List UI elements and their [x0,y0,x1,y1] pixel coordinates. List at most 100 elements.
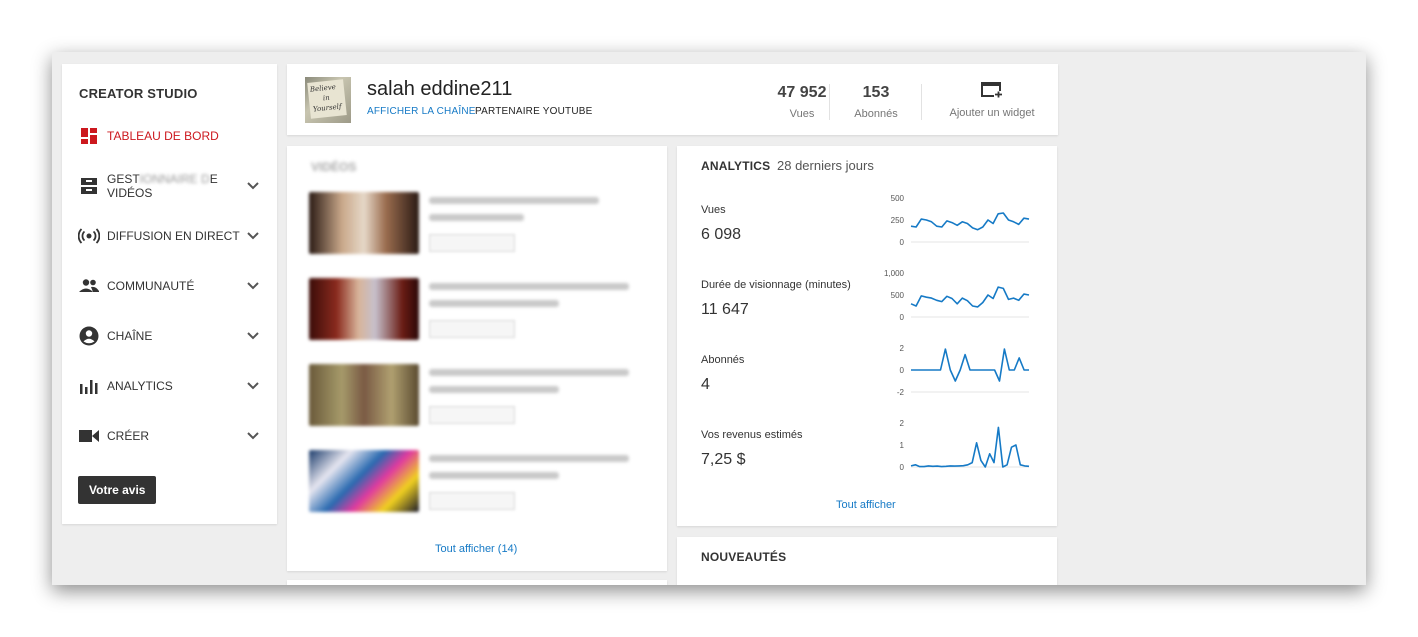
views-label: Vues [789,108,815,120]
news-card: NOUVEAUTÉS [677,537,1057,585]
chevron-down-icon[interactable] [241,232,265,240]
sidebar-item-live[interactable]: DIFFUSION EN DIRECT [62,216,277,256]
video-title-blurred [429,283,629,290]
add-widget-label: Ajouter un widget [949,107,1035,119]
sidebar: CREATOR STUDIO TABLEAU DE BORD GESTIONNA… [62,64,277,524]
sidebar-item-video-manager[interactable]: GESTIONNAIRE DE VIDÉOS [62,166,277,206]
sidebar-item-dashboard[interactable]: TABLEAU DE BORD [62,116,277,156]
next-card [287,580,667,585]
videos-see-all-link[interactable]: Tout afficher (14) [435,543,517,555]
chevron-down-icon[interactable] [241,432,265,440]
metric-label-watch-time: Durée de visionnage (minutes) [701,279,851,291]
analytics-see-all-link[interactable]: Tout afficher [836,499,896,511]
metric-value-views: 6 098 [701,226,742,243]
watch-time-sparkline[interactable]: 1,000 500 0 [873,267,1033,322]
metric-value-revenue: 7,25 $ [701,451,746,468]
video-action-button[interactable] [429,406,515,424]
video-title-blurred [429,197,599,204]
series-line [910,212,1030,231]
chevron-down-icon[interactable] [241,182,265,190]
feedback-button[interactable]: Votre avis [78,476,157,504]
video-item[interactable] [309,450,649,512]
metric-label-revenue: Vos revenus estimés [701,429,803,441]
stat-divider [829,84,830,120]
y-tick-label: 0 [900,463,905,472]
revenue-sparkline[interactable]: 2 1 0 [873,417,1033,472]
y-tick-label: 1,000 [884,269,905,278]
metric-label-views: Vues [701,204,726,216]
video-stats-blurred [429,386,559,393]
add-widget-button[interactable]: Ajouter un widget [942,82,1042,122]
y-tick-label: 2 [900,419,905,428]
video-action-button[interactable] [429,234,515,252]
sidebar-item-label: GESTIONNAIRE DE VIDÉOS [107,172,218,200]
view-channel-link[interactable]: AFFICHER LA CHAÎNE [367,106,476,117]
videos-card: VIDÉOS Tout afficher (14) [287,146,667,571]
news-title: NOUVEAUTÉS [701,550,787,564]
sidebar-item-label: ANALYTICS [107,379,173,393]
video-item[interactable] [309,364,649,426]
avatar[interactable]: Believe in Yourself [305,77,351,123]
subscribers-label: Abonnés [854,108,898,120]
chevron-down-icon[interactable] [241,332,265,340]
video-manager-icon [78,175,100,197]
video-stats-blurred [429,472,559,479]
sidebar-item-community[interactable]: COMMUNAUTÉ [62,266,277,306]
metric-label-subscribers: Abonnés [701,354,745,366]
subscribers-sparkline[interactable]: 2 0 -2 [873,342,1033,397]
video-item[interactable] [309,278,649,340]
sidebar-item-label: DIFFUSION EN DIRECT [107,229,240,243]
video-stats-blurred [429,214,524,221]
stat-divider [921,84,922,120]
video-action-button[interactable] [429,492,515,510]
y-tick-label: 500 [891,194,905,203]
videos-title: VIDÉOS [311,160,357,174]
y-tick-label: 0 [900,313,905,322]
channel-icon [78,325,100,347]
avatar-note: Believe in Yourself [307,79,347,119]
video-thumbnail[interactable] [309,364,419,426]
video-thumbnail[interactable] [309,192,419,254]
video-stats-blurred [429,300,559,307]
dashboard-icon [78,125,100,147]
y-tick-label: 250 [891,216,905,225]
channel-header: Believe in Yourself salah eddine211 AFFI… [287,64,1058,135]
analytics-card: ANALYTICS 28 derniers jours Vues 6 098 5… [677,146,1057,526]
y-tick-label: 0 [900,366,905,375]
y-tick-label: 500 [891,291,905,300]
views-stat: 47 952 Vues [747,84,857,120]
series-line [910,426,1030,468]
sidebar-item-label: CRÉER [107,429,150,443]
app-window: CREATOR STUDIO TABLEAU DE BORD GESTIONNA… [52,52,1366,585]
chevron-down-icon[interactable] [241,282,265,290]
sidebar-item-analytics[interactable]: ANALYTICS [62,366,277,406]
partner-label: PARTENAIRE YOUTUBE [475,106,593,117]
y-tick-label: 1 [900,441,905,450]
live-broadcast-icon [78,225,100,247]
analytics-period: 28 derniers jours [777,158,874,173]
channel-name: salah eddine211 [367,78,513,100]
subscribers-count: 153 [862,84,890,101]
video-thumbnail[interactable] [309,450,419,512]
video-item[interactable] [309,192,649,254]
y-tick-label: 2 [900,344,905,353]
analytics-title: ANALYTICS [701,159,771,173]
sidebar-title: CREATOR STUDIO [79,86,198,101]
chevron-down-icon[interactable] [241,382,265,390]
sidebar-item-label: CHAÎNE [107,329,153,343]
sidebar-item-label: TABLEAU DE BORD [107,129,219,143]
subscribers-stat: 153 Abonnés [845,84,907,120]
analytics-icon [78,375,100,397]
sidebar-item-channel[interactable]: CHAÎNE [62,316,277,356]
video-thumbnail[interactable] [309,278,419,340]
y-tick-label: -2 [897,388,905,397]
metric-value-watch-time: 11 647 [701,301,749,318]
sidebar-item-create[interactable]: CRÉER [62,416,277,456]
metric-value-subscribers: 4 [701,376,710,393]
series-line [911,348,1029,382]
y-tick-label: 0 [900,238,905,247]
series-line [910,286,1030,308]
video-title-blurred [429,369,629,376]
views-sparkline[interactable]: 500 250 0 [873,192,1033,247]
video-action-button[interactable] [429,320,515,338]
